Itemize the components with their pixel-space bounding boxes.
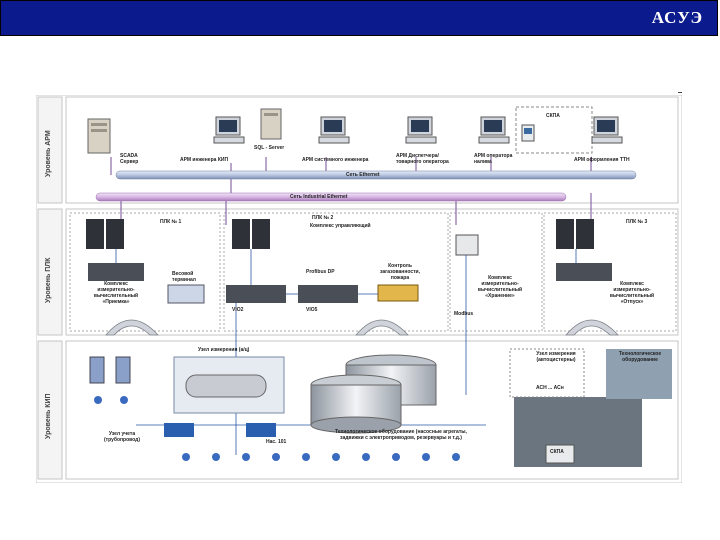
label-skpa: СКПА (546, 113, 560, 119)
level-label-arm: Уровень АРМ (45, 130, 52, 177)
label-arm-kip: АРМ инженера КИП (180, 157, 229, 163)
label-plc2-sub: Комплекс управляющий (310, 223, 371, 229)
label-asn: АСН ... АСн (536, 385, 564, 391)
label-tech-equip: Технологическое оборудование (618, 351, 662, 363)
label-plc2: ПЛК № 2 (312, 215, 334, 221)
header-title: АСУЭ (651, 8, 703, 27)
divider-mark (678, 92, 682, 93)
label-leak-control: Контроль загазованности, пожара (379, 263, 421, 281)
label-meter-auto: Узел измерения (а/ц) (198, 347, 250, 353)
label-meter-tube: Узел учета (трубопровод) (104, 431, 140, 443)
header-bar: АСУЭ (0, 0, 718, 36)
label-plc1: ПЛК № 1 (160, 219, 182, 225)
label-net-ethernet: Сеть Ethernet (346, 172, 380, 178)
label-complex-3: Комплекс измерительно- вычислительный «О… (609, 281, 655, 305)
level-label-plc: Уровень ПЛК (45, 257, 52, 303)
label-modbus: Modbus (454, 311, 474, 317)
label-scada-server: SCADA Сервер (120, 153, 139, 165)
label-skpa-2: СКПА (550, 449, 564, 455)
label-arm-operator: АРМ оператора налива (474, 153, 513, 165)
label-complex-2: Комплекс измерительно- вычислительный «Х… (477, 275, 523, 299)
label-complex-1: Комплекс измерительно- вычислительный «П… (93, 281, 139, 305)
label-arm-ttn: АРМ оформления ТТН (574, 157, 630, 163)
label-arm-dispatch: АРМ Диспетчера/ товарного оператора (396, 153, 449, 165)
label-tanks: Технологическое оборудование (насосные а… (335, 429, 467, 441)
label-profibus: Profibus DP (306, 269, 335, 275)
label-arm-sys: АРМ системного инженера (302, 157, 369, 163)
label-vio-2: VIO5 (306, 307, 318, 313)
label-pump: Нас. 101 (266, 439, 287, 445)
level-label-kip: Уровень КИП (45, 393, 52, 439)
label-vio-1: VIO2 (232, 307, 244, 313)
automation-diagram: Уровень АРМ Уровень ПЛК Уровень КИП SCAD… (35, 94, 683, 484)
label-sql-server: SQL - Server (254, 145, 285, 151)
label-net-industrial: Сеть Industrial Ethernet (290, 194, 348, 200)
label-plc3: ПЛК № 3 (626, 219, 648, 225)
label-terminal: Весовой терминал (172, 271, 196, 283)
label-meter-auto2: Узел измерения (автоцистерны) (536, 351, 576, 363)
